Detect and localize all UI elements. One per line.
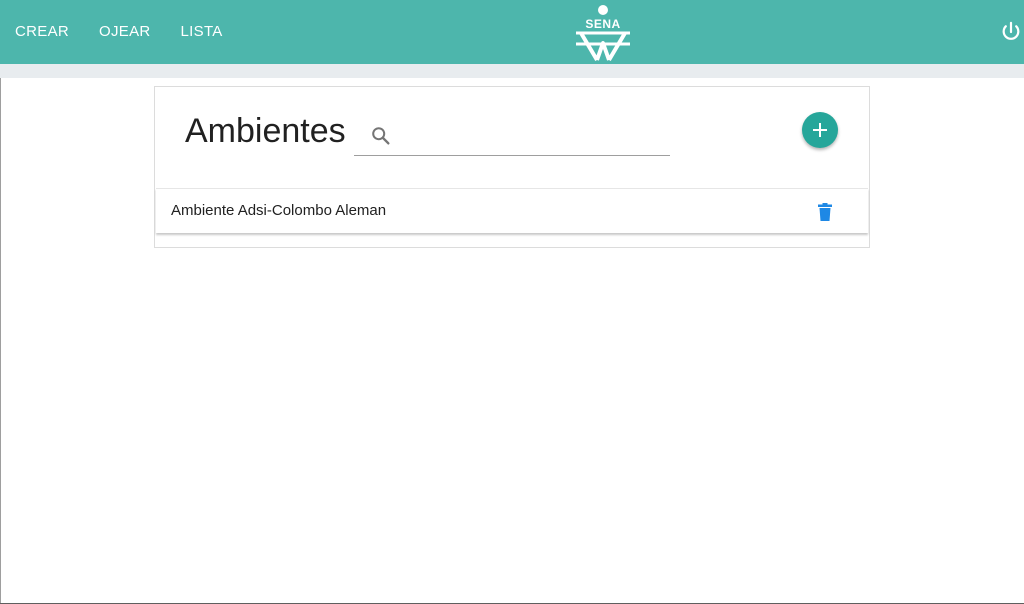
header-divider-strip xyxy=(0,64,1024,78)
nav-item-lista[interactable]: LISTA xyxy=(166,0,238,64)
search-input[interactable] xyxy=(402,121,666,153)
logo-text: SENA xyxy=(585,17,620,31)
frame-left-edge xyxy=(0,78,1,604)
list-item[interactable]: Ambiente Adsi-Colombo Aleman xyxy=(156,188,868,233)
plus-icon xyxy=(813,123,827,137)
power-icon[interactable] xyxy=(1000,20,1022,44)
add-ambiente-button[interactable] xyxy=(802,112,838,148)
nav-item-ojear[interactable]: OJEAR xyxy=(84,0,166,64)
top-navbar: CREAR OJEAR LISTA SENA xyxy=(0,0,1024,64)
search-icon xyxy=(372,127,390,145)
list-item-label: Ambiente Adsi-Colombo Aleman xyxy=(171,202,387,219)
page-title: Ambientes xyxy=(185,112,346,150)
trash-icon[interactable] xyxy=(818,203,832,221)
sena-logo-icon[interactable]: SENA xyxy=(573,3,633,61)
nav-item-crear[interactable]: CREAR xyxy=(0,0,84,64)
ambientes-card: Ambientes Ambiente Adsi-Colombo Aleman xyxy=(154,86,870,248)
nav-menu: CREAR OJEAR LISTA xyxy=(0,0,238,64)
search-field[interactable] xyxy=(354,115,670,156)
